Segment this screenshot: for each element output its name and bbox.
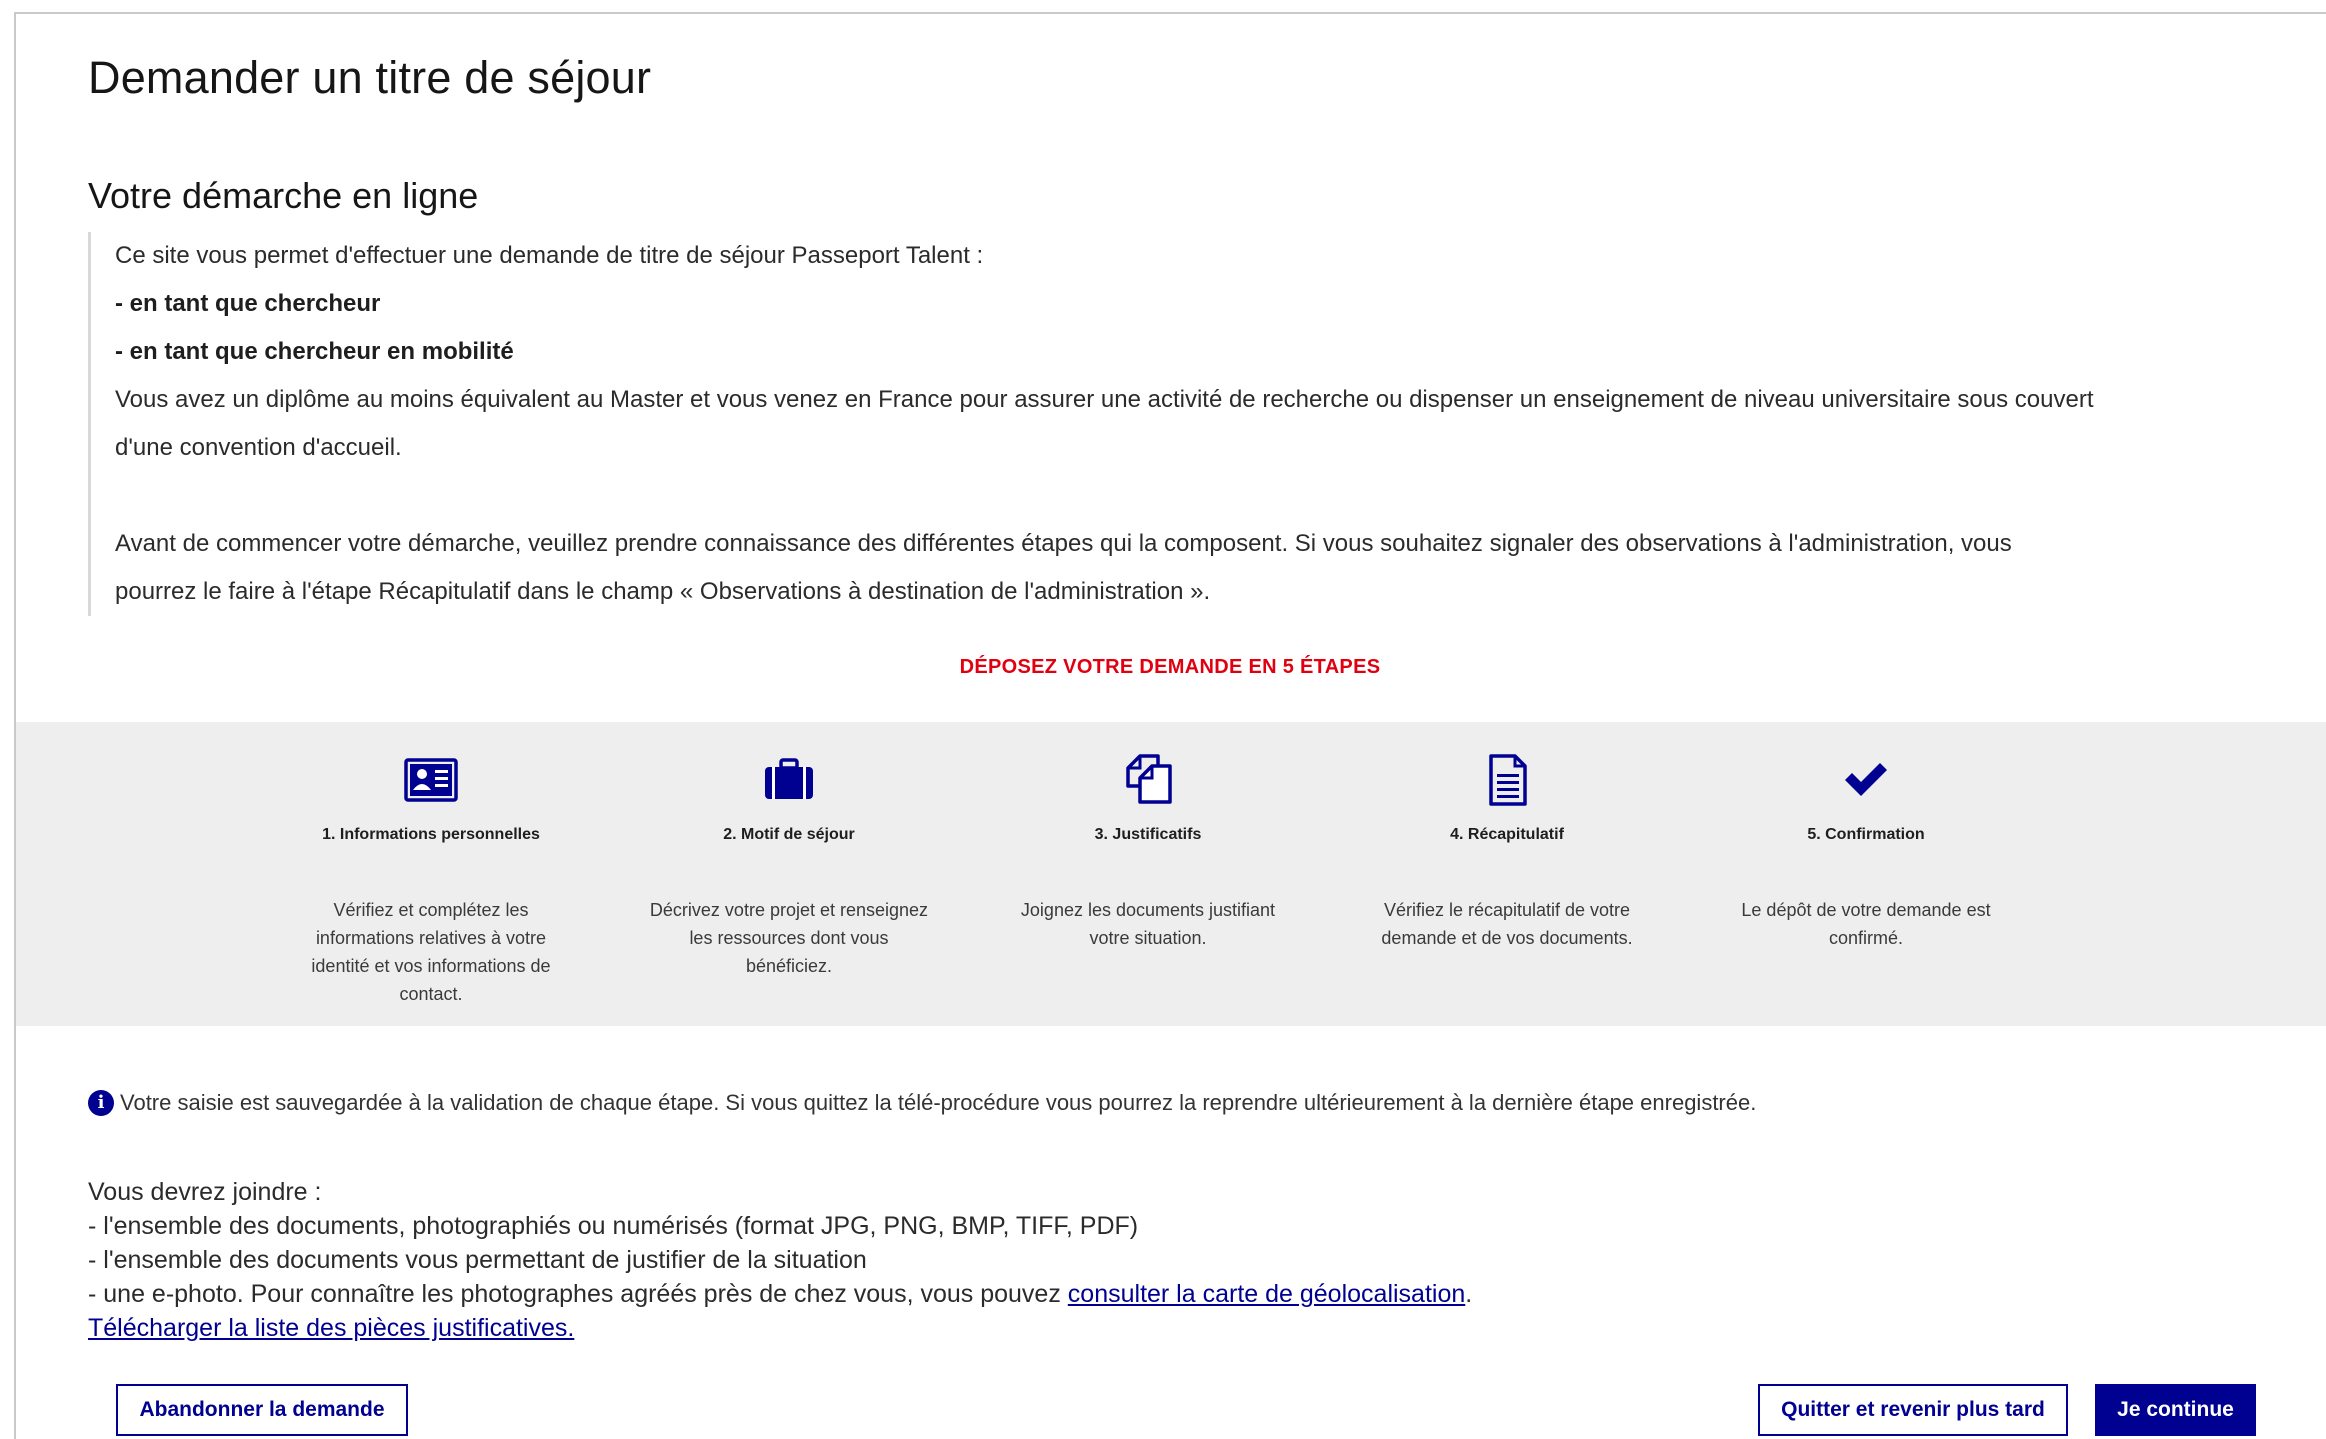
download-documents-list-link[interactable]: Télécharger la liste des pièces justific… <box>88 1314 574 1342</box>
intro-line: Vous avez un diplôme au moins équivalent… <box>115 386 2094 413</box>
briefcase-icon <box>765 758 813 799</box>
quit-later-button[interactable]: Quitter et revenir plus tard <box>1758 1384 2068 1436</box>
step-label: 3. Justificatifs <box>1094 826 1202 843</box>
photo-text: - une e-photo. Pour connaître les photog… <box>88 1280 1068 1308</box>
intro-line: Avant de commencer votre démarche, veuil… <box>115 530 2012 557</box>
intro-line: pourrez le faire à l'étape Récapitulatif… <box>115 578 1211 605</box>
required-documents: Vous devrez joindre : - l'ensemble des d… <box>88 1175 1472 1345</box>
page-title: Demander un titre de séjour <box>88 52 652 103</box>
steps-band: 1. Informations personnelles Vérifiez et… <box>16 722 2326 1026</box>
step-label: 4. Récapitulatif <box>1450 826 1564 843</box>
intro-bullet-mobility: - en tant que chercheur en mobilité <box>115 338 514 365</box>
checkmark-icon <box>1845 763 1887 796</box>
step-label: 2. Motif de séjour <box>723 826 855 843</box>
id-card-icon <box>404 758 458 802</box>
step-description: Décrivez votre projet et renseignez les … <box>649 900 929 976</box>
photo-text-suffix: . <box>1465 1280 1473 1308</box>
info-icon: i <box>88 1090 114 1116</box>
step-description: Joignez les documents justifiant votre s… <box>1020 900 1276 948</box>
required-documents-item: - une e-photo. Pour connaître les photog… <box>88 1277 1472 1311</box>
save-info-text: Votre saisie est sauvegardée à la valida… <box>120 1090 1757 1115</box>
step-label: 1. Informations personnelles <box>322 826 540 843</box>
required-documents-heading: Vous devrez joindre : <box>88 1178 322 1206</box>
steps-heading: DÉPOSEZ VOTRE DEMANDE EN 5 ÉTAPES <box>959 656 1381 678</box>
step-documents: 3. Justificatifs Joignez les documents j… <box>998 722 1298 952</box>
intro-line: Ce site vous permet d'effectuer une dema… <box>115 242 984 269</box>
continue-button[interactable]: Je continue <box>2095 1384 2256 1436</box>
save-info: i Votre saisie est sauvegardée à la vali… <box>88 1090 1756 1116</box>
step-description: Vérifiez et complétez les informations r… <box>311 900 551 1004</box>
intro-line: d'une convention d'accueil. <box>115 434 402 461</box>
documents-icon <box>1126 754 1172 804</box>
step-reason: 2. Motif de séjour Décrivez votre projet… <box>639 722 939 980</box>
step-description: Vérifiez le récapitulatif de votre deman… <box>1381 900 1633 948</box>
required-documents-item: - l'ensemble des documents vous permetta… <box>88 1246 867 1274</box>
geolocation-map-link[interactable]: consulter la carte de géolocalisation <box>1068 1280 1465 1308</box>
section-title: Votre démarche en ligne <box>88 175 479 216</box>
abandon-button[interactable]: Abandonner la demande <box>116 1384 408 1436</box>
step-personal-info: 1. Informations personnelles Vérifiez et… <box>281 722 581 1008</box>
intro-block: Ce site vous permet d'effectuer une dema… <box>88 232 2285 616</box>
intro-bullet-researcher: - en tant que chercheur <box>115 290 381 317</box>
required-documents-item: - l'ensemble des documents, photographié… <box>88 1212 1139 1240</box>
step-summary: 4. Récapitulatif Vérifiez le récapitulat… <box>1357 722 1657 952</box>
step-label: 5. Confirmation <box>1807 826 1925 843</box>
step-confirmation: 5. Confirmation Le dépôt de votre demand… <box>1716 722 2016 952</box>
step-description: Le dépôt de votre demande est confirmé. <box>1741 900 1991 948</box>
document-icon <box>1489 754 1527 806</box>
